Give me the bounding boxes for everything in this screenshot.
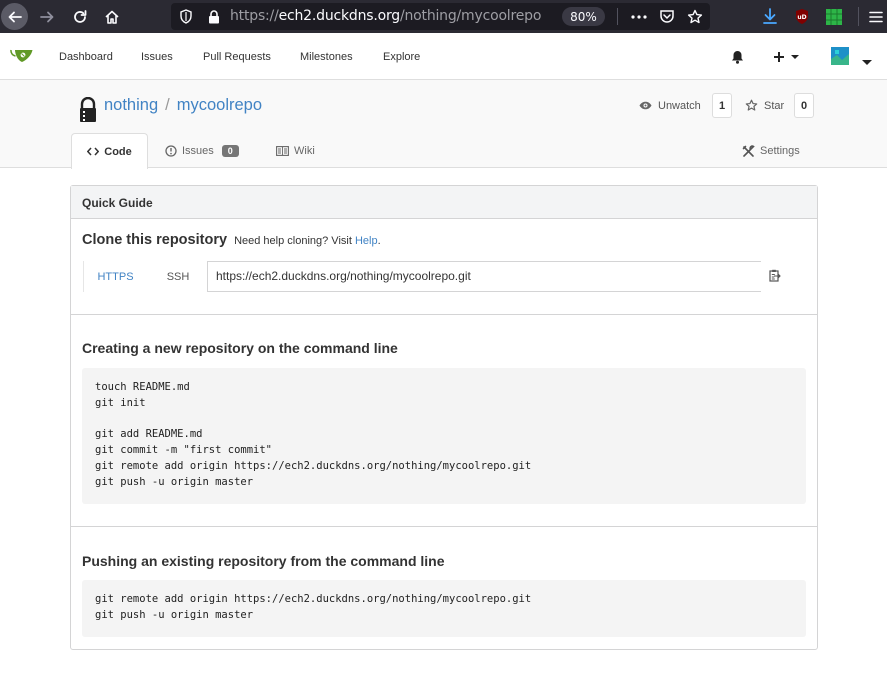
back-button[interactable]: [1, 3, 28, 30]
clone-help-link[interactable]: Help: [355, 235, 378, 247]
pocket-icon[interactable]: [657, 7, 676, 26]
star-button[interactable]: Star: [745, 93, 784, 118]
create-new-dropdown[interactable]: [773, 51, 801, 66]
clone-section-title: Clone this repository Need help cloning?…: [82, 232, 381, 248]
star-label: Star: [764, 99, 785, 112]
ssh-protocol-button[interactable]: SSH: [149, 261, 207, 292]
site-navbar: Dashboard Issues Pull Requests Milestone…: [0, 33, 887, 80]
clone-title-text: Clone this repository: [82, 232, 228, 248]
wiki-icon: [276, 146, 289, 156]
extension-icon[interactable]: [824, 7, 843, 26]
bell-icon[interactable]: [731, 50, 744, 67]
code-line: git remote add origin https://ech2.duckd…: [95, 459, 532, 472]
clone-url-input[interactable]: https://ech2.duckdns.org/nothing/mycoolr…: [207, 261, 761, 292]
home-button[interactable]: [98, 3, 125, 30]
gitea-logo[interactable]: [10, 46, 34, 66]
unwatch-button[interactable]: Unwatch: [639, 93, 701, 118]
url-separator: [617, 8, 618, 25]
nav-dashboard[interactable]: Dashboard: [59, 51, 113, 63]
clipboard-icon[interactable]: [769, 269, 781, 285]
reload-button[interactable]: [66, 3, 93, 30]
repo-owner-link[interactable]: nothing: [104, 96, 158, 114]
star-icon: [745, 99, 758, 111]
toolbar-separator: [858, 7, 859, 26]
star-count[interactable]: 0: [794, 93, 814, 118]
home-icon: [104, 10, 119, 24]
section-divider: [71, 314, 817, 315]
url-prefix: https://: [230, 8, 279, 24]
code-line: git commit -m "first commit": [95, 444, 273, 457]
tab-wiki-label: Wiki: [294, 145, 315, 157]
clone-help-text: Need help cloning? Visit Help.: [234, 235, 381, 247]
watch-count[interactable]: 1: [712, 93, 732, 118]
url-text[interactable]: https://ech2.duckdns.org/nothing/mycoolr…: [230, 8, 541, 24]
lock-icon[interactable]: [204, 7, 223, 26]
repo-title: nothing / mycoolrepo: [104, 96, 262, 115]
tab-code[interactable]: Code: [71, 133, 148, 169]
code-line: git add README.md: [95, 428, 203, 441]
tab-wiki[interactable]: Wiki: [276, 133, 315, 169]
new-repo-code-block[interactable]: touch README.md git init git add README.md…: [82, 368, 806, 504]
tab-issues[interactable]: Issues 0: [165, 133, 239, 169]
repo-header: nothing / mycoolrepo Unwatch 1 Star 0 Code…: [0, 80, 887, 169]
clone-url-row: HTTPS SSH https://ech2.duckdns.org/nothi…: [83, 261, 807, 292]
svg-text:uD: uD: [797, 14, 806, 21]
back-arrow-icon: [8, 11, 22, 22]
code-icon: [87, 147, 100, 156]
download-icon[interactable]: [760, 7, 779, 26]
user-menu-chevron-icon[interactable]: [862, 54, 872, 69]
issues-count-badge: 0: [221, 145, 239, 157]
shield-icon[interactable]: [176, 7, 195, 26]
private-lock-icon: [78, 96, 98, 126]
code-line: git remote add origin https://ech2.duckd…: [95, 593, 532, 605]
url-path: /nothing/mycoolrepo: [399, 8, 542, 24]
nav-pull-requests[interactable]: Pull Requests: [203, 51, 271, 63]
new-repo-section-title: Creating a new repository on the command…: [82, 340, 398, 356]
https-protocol-button[interactable]: HTTPS: [83, 261, 147, 292]
url-bar[interactable]: https://ech2.duckdns.org/nothing/mycoolr…: [171, 3, 710, 30]
tab-code-label: Code: [104, 145, 132, 158]
nav-milestones[interactable]: Milestones: [300, 51, 353, 63]
more-dots-icon[interactable]: [629, 7, 648, 26]
quick-guide-panel: Quick Guide Clone this repository Need h…: [70, 185, 818, 650]
code-line: git push -u origin master: [95, 475, 254, 488]
quick-guide-header: Quick Guide: [71, 186, 817, 219]
settings-icon: [742, 144, 755, 158]
issue-icon: [165, 145, 177, 157]
repo-title-separator: /: [165, 96, 170, 114]
section-divider: [71, 526, 817, 527]
nav-issues[interactable]: Issues: [141, 51, 173, 63]
unwatch-label: Unwatch: [658, 99, 701, 112]
tab-issues-label: Issues: [182, 145, 214, 157]
clone-help-suffix: .: [377, 235, 381, 247]
code-line: git init: [95, 396, 146, 409]
avatar-icon[interactable]: [831, 47, 849, 68]
forward-button[interactable]: [33, 3, 60, 30]
code-line: git push -u origin master: [95, 608, 254, 621]
repo-name-link[interactable]: mycoolrepo: [177, 96, 262, 114]
clone-help-prefix: Need help cloning? Visit: [234, 235, 352, 247]
push-existing-section-title: Pushing an existing repository from the …: [82, 553, 445, 569]
browser-toolbar: https://ech2.duckdns.org/nothing/mycoolr…: [0, 0, 887, 33]
quick-guide-title: Quick Guide: [82, 196, 153, 210]
push-existing-code-block[interactable]: git remote add origin https://ech2.duckd…: [82, 580, 806, 637]
star-bookmark-icon[interactable]: [685, 7, 704, 26]
menu-icon[interactable]: [866, 7, 885, 26]
tab-settings-label: Settings: [760, 145, 800, 157]
ublock-icon[interactable]: uD: [792, 7, 811, 26]
tab-settings[interactable]: Settings: [742, 133, 800, 169]
reload-icon: [73, 9, 86, 23]
eye-icon: [639, 101, 652, 110]
zoom-level-badge[interactable]: 80%: [562, 7, 605, 26]
url-host: ech2.duckdns.org: [278, 8, 401, 24]
code-line: touch README.md: [95, 381, 190, 393]
forward-arrow-icon: [39, 11, 53, 22]
nav-explore[interactable]: Explore: [383, 51, 420, 63]
